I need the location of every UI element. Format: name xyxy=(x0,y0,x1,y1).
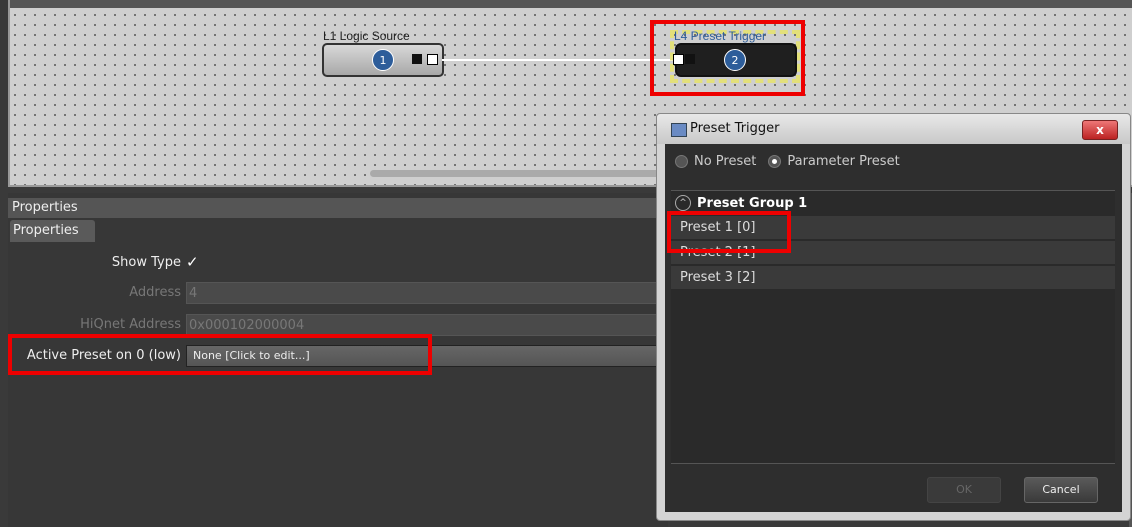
preset-group-label: Preset Group 1 xyxy=(697,195,808,211)
preset-mode-radios: No Preset Parameter Preset xyxy=(675,154,900,169)
address-label: Address xyxy=(129,285,181,300)
list-item[interactable]: Preset 3 [2] xyxy=(671,266,1115,290)
show-type-label: Show Type xyxy=(111,255,181,270)
no-preset-radio[interactable] xyxy=(675,155,688,168)
properties-panel: Properties Properties Show Type ✓ Addres… xyxy=(8,193,668,527)
output-pin-icon xyxy=(412,54,422,64)
dialog-body: No Preset Parameter Preset ^ Preset Grou… xyxy=(665,144,1122,512)
preset-trigger-title: L4 Preset Trigger xyxy=(674,29,767,43)
logic-source-badge: 1 xyxy=(372,49,394,71)
address-field: 4 xyxy=(186,282,668,304)
input-pin-icon xyxy=(685,54,695,64)
preset-trigger-dialog: Preset Trigger x No Preset Parameter Pre… xyxy=(656,113,1131,521)
app-icon xyxy=(671,123,687,137)
hiqnet-address-field: 0x000102000004 xyxy=(186,314,668,336)
input-connector-icon[interactable] xyxy=(673,54,684,65)
collapse-icon[interactable]: ^ xyxy=(675,195,691,211)
parameter-preset-label: Parameter Preset xyxy=(787,154,900,169)
preset-group-row[interactable]: ^ Preset Group 1 xyxy=(671,191,1115,215)
list-item[interactable]: Preset 1 [0] xyxy=(671,216,1115,240)
close-button[interactable]: x xyxy=(1082,120,1118,140)
logic-source-block[interactable]: 1 xyxy=(322,43,444,77)
no-preset-label: No Preset xyxy=(694,154,757,169)
output-connector-icon[interactable] xyxy=(427,54,438,65)
preset-trigger-badge: 2 xyxy=(724,49,746,71)
preset-trigger-block[interactable]: 2 xyxy=(673,43,797,77)
hiqnet-address-label: HiQnet Address xyxy=(80,317,181,332)
active-preset-button[interactable]: None [Click to edit...] xyxy=(186,345,668,367)
active-preset-label: Active Preset on 0 (low) xyxy=(26,348,181,363)
wire[interactable] xyxy=(442,59,677,61)
dialog-title: Preset Trigger xyxy=(690,121,780,136)
properties-header: Properties xyxy=(8,198,668,218)
canvas-top-bar xyxy=(10,0,1132,8)
cancel-button[interactable]: Cancel xyxy=(1024,477,1098,503)
preset-list: ^ Preset Group 1 Preset 1 [0] Preset 2 [… xyxy=(671,190,1115,464)
canvas-horizontal-scrollbar[interactable] xyxy=(370,170,670,177)
tab-properties[interactable]: Properties xyxy=(10,220,95,242)
show-type-checkbox[interactable]: ✓ xyxy=(186,253,199,271)
ok-button[interactable]: OK xyxy=(927,477,1001,503)
list-item[interactable]: Preset 2 [1] xyxy=(671,241,1115,265)
parameter-preset-radio[interactable] xyxy=(768,155,782,168)
logic-source-title: L1 Logic Source xyxy=(323,29,410,43)
dialog-titlebar[interactable]: Preset Trigger x xyxy=(657,114,1130,144)
